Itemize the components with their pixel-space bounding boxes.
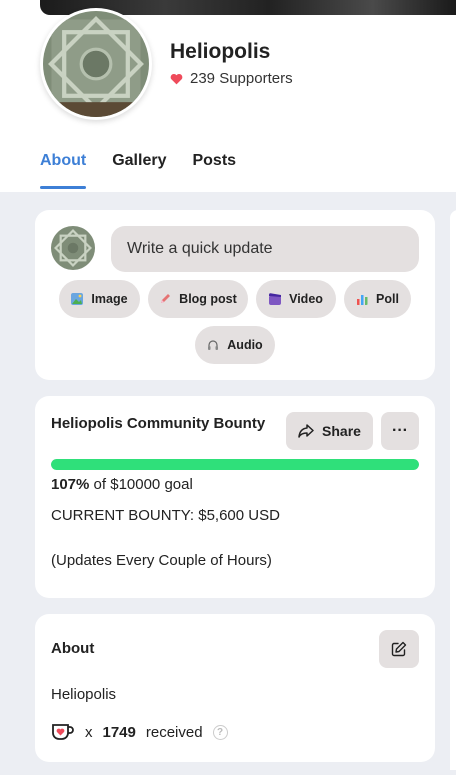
- blog-post-button-label: Blog post: [179, 292, 237, 306]
- share-icon: [298, 424, 314, 438]
- goal-line: 107% of $10000 goal: [51, 476, 193, 493]
- bounty-updates-text: (Updates Every Couple of Hours): [51, 552, 272, 569]
- video-button[interactable]: Video: [256, 280, 336, 318]
- image-button-label: Image: [91, 292, 128, 306]
- share-button-label: Share: [322, 423, 361, 439]
- goal-text: of $10000 goal: [93, 476, 193, 493]
- composer-card: Image Blog post Video Poll Audio: [35, 210, 435, 380]
- coffee-cup-icon: [52, 724, 74, 740]
- supporters-count: 239 Supporters: [170, 70, 293, 87]
- about-text: Heliopolis: [51, 686, 117, 703]
- more-icon: ···: [392, 422, 408, 439]
- help-icon[interactable]: ?: [212, 724, 228, 740]
- poll-icon: [357, 295, 368, 305]
- edit-about-button[interactable]: [379, 630, 419, 668]
- supporters-label: 239 Supporters: [190, 70, 293, 87]
- pen-icon: [161, 294, 171, 303]
- bounty-card: Heliopolis Community Bounty Share ··· 10…: [35, 396, 435, 598]
- poll-button-label: Poll: [376, 292, 399, 306]
- poll-button[interactable]: Poll: [344, 280, 411, 318]
- video-button-label: Video: [289, 292, 323, 306]
- image-icon: [71, 293, 84, 305]
- audio-button[interactable]: Audio: [195, 326, 275, 364]
- bounty-title: Heliopolis Community Bounty: [51, 415, 266, 432]
- right-column-card: [450, 210, 456, 770]
- received-count: 1749: [102, 723, 136, 741]
- tab-about[interactable]: About: [40, 152, 87, 189]
- tab-posts[interactable]: Posts: [192, 152, 236, 189]
- page-title: Heliopolis: [170, 40, 271, 63]
- goal-percent: 107%: [51, 476, 90, 493]
- current-bounty-text: CURRENT BOUNTY: $5,600 USD: [51, 507, 280, 524]
- user-avatar[interactable]: [51, 226, 95, 270]
- about-card: About Heliopolis x 1749 received ?: [35, 614, 435, 762]
- received-x: x: [85, 723, 93, 741]
- bounty-progress-fill: [51, 459, 419, 470]
- share-button[interactable]: Share: [286, 412, 373, 450]
- profile-tabs: About Gallery Posts: [40, 152, 236, 189]
- heart-icon: [170, 73, 183, 84]
- more-options-button[interactable]: ···: [381, 412, 419, 450]
- blog-post-button[interactable]: Blog post: [148, 280, 248, 318]
- profile-header: Heliopolis 239 Supporters About Gallery …: [0, 0, 456, 192]
- video-icon: [269, 293, 282, 305]
- received-label: received: [145, 723, 203, 741]
- profile-avatar[interactable]: [40, 8, 152, 120]
- headphones-icon: [208, 340, 219, 350]
- tab-gallery[interactable]: Gallery: [112, 152, 166, 189]
- quick-update-input[interactable]: [111, 226, 419, 272]
- about-title: About: [51, 640, 95, 657]
- edit-icon: [391, 641, 407, 657]
- image-button[interactable]: Image: [59, 280, 140, 318]
- received-row: x 1749 received ?: [51, 722, 228, 742]
- audio-button-label: Audio: [227, 338, 263, 352]
- bounty-progress-bar: [51, 459, 419, 470]
